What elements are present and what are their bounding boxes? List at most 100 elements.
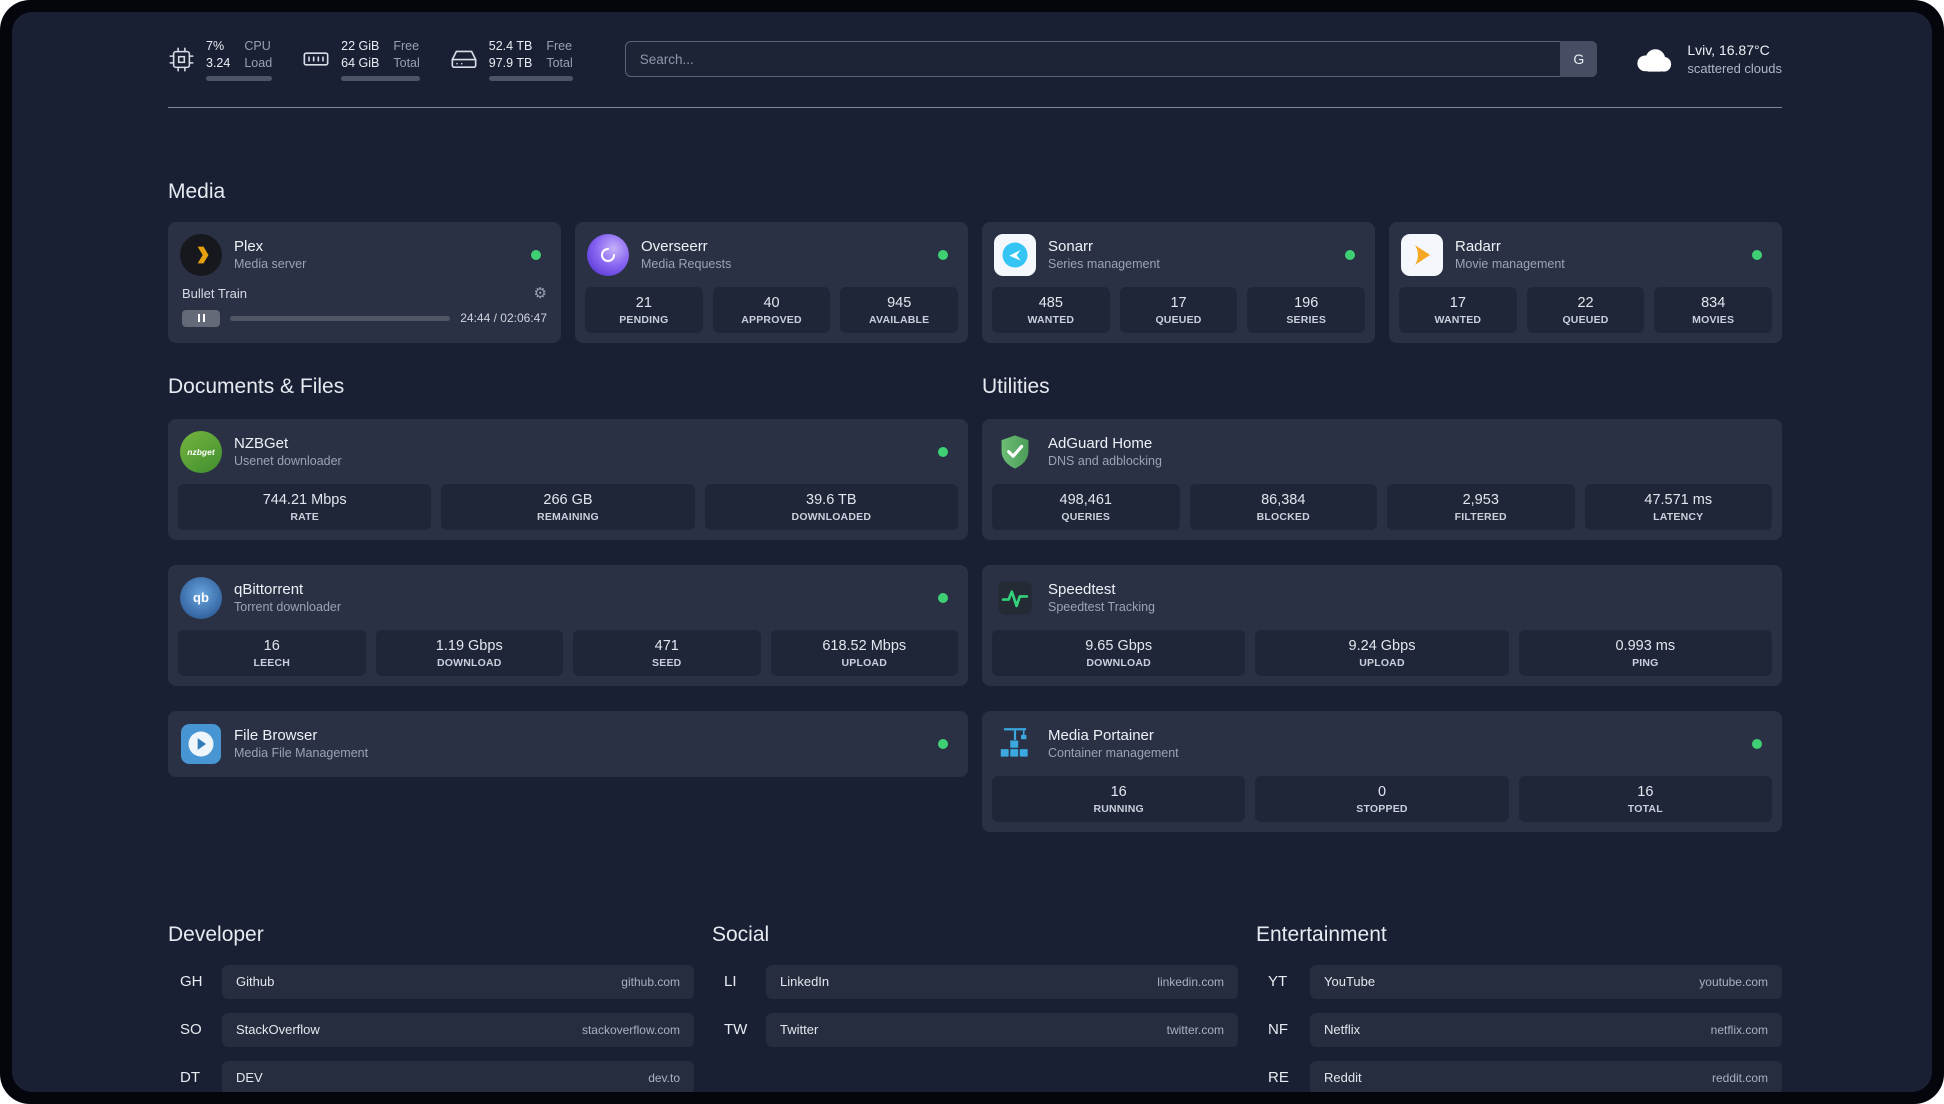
stat-tile: 1.19 Gbps DOWNLOAD	[375, 629, 563, 676]
service-card-portainer[interactable]: Media Portainer Container management 16 …	[982, 710, 1782, 832]
bookmark-link-netflix[interactable]: Netflix netflix.com	[1310, 1012, 1782, 1047]
bookmark-link-reddit[interactable]: Reddit reddit.com	[1310, 1060, 1782, 1092]
service-card-filebrowser[interactable]: File Browser Media File Management	[168, 710, 968, 777]
speedtest-icon	[994, 577, 1036, 619]
service-card-adguard[interactable]: AdGuard Home DNS and adblocking 498,461 …	[982, 418, 1782, 540]
stat-value: 17	[1449, 294, 1466, 311]
card-header: Media Portainer Container management	[992, 721, 1772, 767]
portainer-icon	[994, 723, 1036, 765]
stat-label: MOVIES	[1692, 313, 1735, 326]
service-card-nzbget[interactable]: nzbget NZBGet Usenet downloader 744.21 M…	[168, 418, 968, 540]
stat-label: DOWNLOADED	[791, 510, 872, 523]
service-name: File Browser	[234, 726, 318, 744]
stat-tile: 471 SEED	[573, 629, 761, 676]
bookmark-group-title: Social	[712, 922, 770, 946]
playback-time: 24:44 / 02:06:47	[460, 311, 547, 326]
stat-label: REMAINING	[537, 510, 599, 523]
stat-label: BLOCKED	[1256, 510, 1310, 523]
service-name: AdGuard Home	[1048, 434, 1153, 452]
stat-tile: 834 MOVIES	[1654, 286, 1773, 333]
stat-label: LATENCY	[1653, 510, 1704, 523]
bookmark-link-stackoverflow[interactable]: StackOverflow stackoverflow.com	[222, 1012, 694, 1047]
service-card-qbittorrent[interactable]: qb qBittorrent Torrent downloader 16 LEE…	[168, 564, 968, 686]
service-desc: Movie management	[1455, 257, 1565, 272]
radarr-icon	[1401, 233, 1443, 276]
stat-value: 834	[1701, 294, 1726, 311]
bookmark-row: TW Twitter twitter.com	[712, 1012, 1238, 1047]
service-name: Plex	[234, 237, 264, 255]
service-desc: Torrent downloader	[234, 600, 342, 615]
cpu-load-value: 3.24	[206, 55, 231, 70]
service-card-sonarr[interactable]: Sonarr Series management 485 WANTED 17 Q…	[982, 221, 1375, 343]
bookmark-link-youtube[interactable]: YouTube youtube.com	[1310, 964, 1782, 999]
nzbget-icon: nzbget	[180, 430, 222, 473]
stat-value: 266 GB	[543, 491, 593, 508]
stat-tile: 21 PENDING	[585, 286, 703, 333]
service-desc: Media server	[234, 257, 307, 272]
cpu-usage-value: 7%	[206, 39, 225, 53]
stat-value: 0	[1377, 783, 1387, 800]
service-desc: Container management	[1048, 746, 1179, 761]
cpu-widget: 7% CPU 3.24 Load	[168, 38, 273, 81]
search-input[interactable]	[624, 41, 1598, 78]
bookmark-abbr: SO	[180, 1021, 202, 1039]
section-media: Media Plex Media server Bullet Train ⚙ 2…	[168, 180, 1782, 343]
memory-free-value: 22 GiB	[341, 39, 380, 53]
bookmark-name: Netflix	[1324, 1022, 1361, 1038]
bookmark-abbr: DT	[180, 1069, 200, 1087]
stat-tile: 744.21 Mbps RATE	[178, 483, 432, 530]
bookmark-row: GH Github github.com	[168, 964, 694, 999]
card-header: AdGuard Home DNS and adblocking	[992, 429, 1772, 475]
playback-progress-bar[interactable]	[230, 315, 451, 321]
stat-value: 47.571 ms	[1644, 491, 1713, 508]
adguard-shield-icon	[994, 431, 1036, 473]
bookmark-link-twitter[interactable]: Twitter twitter.com	[766, 1012, 1238, 1047]
stat-tile: 9.65 Gbps DOWNLOAD	[992, 629, 1246, 676]
bookmark-link-dev[interactable]: DEV dev.to	[222, 1060, 694, 1092]
service-desc: Usenet downloader	[234, 454, 342, 469]
status-dot-online	[938, 249, 948, 260]
section-title-documents: Documents & Files	[168, 374, 345, 398]
bookmark-link-linkedin[interactable]: LinkedIn linkedin.com	[766, 964, 1238, 999]
service-card-speedtest[interactable]: Speedtest Speedtest Tracking 9.65 Gbps D…	[982, 564, 1782, 686]
card-header: Overseerr Media Requests	[585, 232, 958, 278]
disk-total-label: Total	[546, 55, 573, 70]
bookmark-url: github.com	[621, 974, 680, 989]
disk-total-value: 97.9 TB	[488, 55, 533, 70]
utilities-column: Utilities AdGuard Home DNS and adblockin…	[982, 375, 1782, 857]
stat-tile: 498,461 QUERIES	[992, 483, 1180, 530]
stat-label: TOTAL	[1627, 802, 1663, 815]
qbittorrent-icon-text: qb	[193, 590, 209, 606]
service-card-radarr[interactable]: Radarr Movie management 17 WANTED 22 QUE…	[1389, 221, 1782, 343]
bookmark-group-title: Developer	[168, 922, 264, 946]
search-provider-button[interactable]: G	[1560, 41, 1598, 78]
stat-value: 39.6 TB	[806, 491, 857, 508]
player-controls-row: 24:44 / 02:06:47	[182, 309, 547, 327]
status-dot-online	[938, 446, 948, 457]
pause-button[interactable]	[182, 309, 220, 327]
bookmark-abbr: NF	[1268, 1021, 1288, 1039]
sonarr-icon	[994, 233, 1036, 276]
status-dot-online	[1345, 249, 1355, 260]
stat-tile: 196 SERIES	[1247, 286, 1366, 333]
stat-label: UPLOAD	[841, 656, 888, 669]
bookmark-abbr: RE	[1268, 1069, 1289, 1087]
bookmark-group-developer: Developer GH Github github.com SO StackO…	[168, 923, 694, 1092]
service-name: Speedtest	[1048, 580, 1116, 598]
bookmark-url: netflix.com	[1710, 1022, 1768, 1037]
stat-label: STOPPED	[1356, 802, 1408, 815]
stat-row: 21 PENDING 40 APPROVED 945 AVAILABLE	[585, 286, 959, 333]
section-title-media: Media	[168, 179, 226, 203]
stat-value: 22	[1577, 294, 1594, 311]
player-settings-gear-icon[interactable]: ⚙	[534, 286, 547, 301]
service-card-plex[interactable]: Plex Media server Bullet Train ⚙ 24:44 /…	[168, 221, 561, 343]
stat-label: QUERIES	[1061, 510, 1111, 523]
bookmark-url: stackoverflow.com	[581, 1022, 680, 1037]
memory-total-label: Total	[393, 55, 420, 70]
service-card-overseerr[interactable]: Overseerr Media Requests 21 PENDING 40 A…	[575, 221, 968, 343]
memory-progress-bar	[341, 75, 420, 81]
stat-value: 16	[1637, 783, 1654, 800]
bookmark-link-github[interactable]: Github github.com	[222, 964, 694, 999]
service-name: Radarr	[1455, 237, 1501, 255]
stat-tile: 0.993 ms PING	[1518, 629, 1772, 676]
